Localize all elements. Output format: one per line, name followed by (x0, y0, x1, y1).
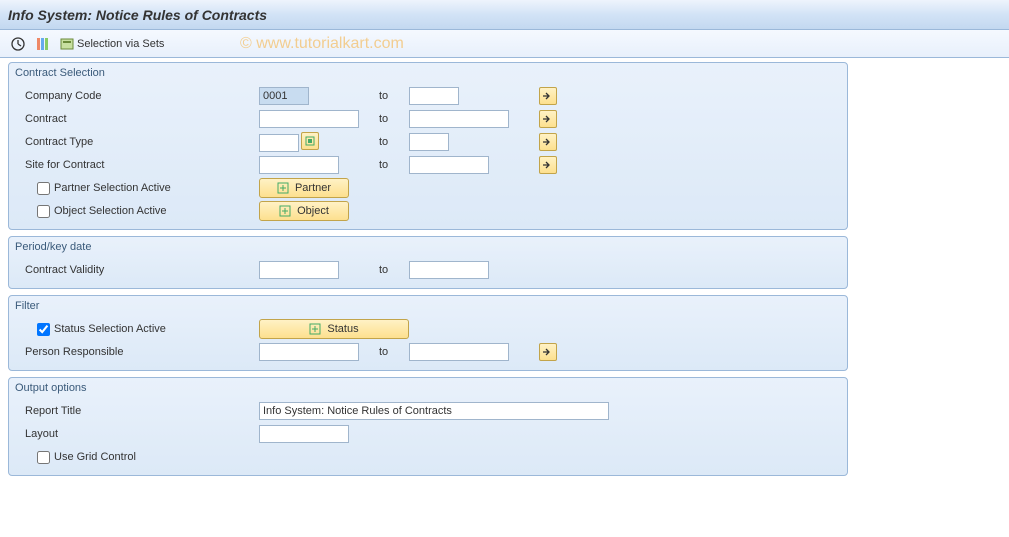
validity-from[interactable] (259, 261, 339, 279)
partner-button-label: Partner (295, 182, 331, 194)
execute-icon[interactable] (8, 34, 28, 54)
status-button[interactable]: Status (259, 319, 409, 339)
layout-input[interactable] (259, 425, 349, 443)
row-person-responsible: Person Responsible to (9, 341, 847, 363)
company-code-from[interactable] (259, 87, 309, 105)
toolbar: Selection via Sets (0, 30, 1009, 58)
partner-active-checkbox[interactable] (37, 182, 50, 195)
label-layout: Layout (9, 428, 259, 440)
contract-type-from[interactable] (259, 134, 299, 152)
label-contract: Contract (9, 113, 259, 125)
site-from[interactable] (259, 156, 339, 174)
label-status-active: Status Selection Active (9, 323, 259, 336)
row-report-title: Report Title (9, 400, 847, 422)
partner-active-text: Partner Selection Active (54, 182, 171, 194)
row-site: Site for Contract to (9, 154, 847, 176)
group-contract-selection: Contract Selection Company Code to Contr… (8, 62, 848, 230)
to-label: to (379, 159, 409, 171)
row-status-active: Status Selection Active Status (9, 318, 847, 340)
row-contract-validity: Contract Validity to (9, 259, 847, 281)
to-label: to (379, 113, 409, 125)
variants-icon[interactable] (32, 34, 52, 54)
object-active-checkbox[interactable] (37, 205, 50, 218)
label-use-grid: Use Grid Control (9, 451, 259, 464)
label-contract-type: Contract Type (9, 136, 259, 148)
person-multisel[interactable] (539, 343, 557, 361)
contract-to[interactable] (409, 110, 509, 128)
use-grid-text: Use Grid Control (54, 451, 136, 463)
status-button-label: Status (327, 323, 358, 335)
sets-icon (60, 37, 74, 51)
person-to[interactable] (409, 343, 509, 361)
group-period: Period/key date Contract Validity to (8, 236, 848, 289)
selection-via-sets-button[interactable]: Selection via Sets (56, 35, 168, 53)
to-label: to (379, 136, 409, 148)
row-contract-type: Contract Type to (9, 131, 847, 153)
contract-multisel[interactable] (539, 110, 557, 128)
label-person-responsible: Person Responsible (9, 346, 259, 358)
group-output: Output options Report Title Layout Use G… (8, 377, 848, 476)
group-filter: Filter Status Selection Active Status Pe… (8, 295, 848, 371)
contract-from[interactable] (259, 110, 359, 128)
row-layout: Layout (9, 423, 847, 445)
to-label: to (379, 264, 409, 276)
use-grid-checkbox[interactable] (37, 451, 50, 464)
to-label: to (379, 90, 409, 102)
contract-type-f4[interactable] (301, 132, 319, 150)
person-from[interactable] (259, 343, 359, 361)
group-title: Output options (9, 378, 847, 400)
label-contract-validity: Contract Validity (9, 264, 259, 276)
selection-via-sets-label: Selection via Sets (77, 38, 164, 50)
group-title: Filter (9, 296, 847, 318)
partner-button[interactable]: Partner (259, 178, 349, 198)
company-code-to[interactable] (409, 87, 459, 105)
expand-icon (279, 205, 291, 217)
expand-icon (309, 323, 321, 335)
row-object-active: Object Selection Active Object (9, 200, 847, 222)
group-title: Period/key date (9, 237, 847, 259)
status-active-checkbox[interactable] (37, 323, 50, 336)
site-to[interactable] (409, 156, 489, 174)
row-contract: Contract to (9, 108, 847, 130)
contract-type-to[interactable] (409, 133, 449, 151)
page-title-text: Info System: Notice Rules of Contracts (8, 7, 267, 23)
validity-to[interactable] (409, 261, 489, 279)
group-title: Contract Selection (9, 63, 847, 85)
label-partner-active: Partner Selection Active (9, 182, 259, 195)
label-report-title: Report Title (9, 405, 259, 417)
row-company-code: Company Code to (9, 85, 847, 107)
object-button-label: Object (297, 205, 329, 217)
to-label: to (379, 346, 409, 358)
label-site: Site for Contract (9, 159, 259, 171)
contract-type-multisel[interactable] (539, 133, 557, 151)
label-object-active: Object Selection Active (9, 205, 259, 218)
row-partner-active: Partner Selection Active Partner (9, 177, 847, 199)
content: Contract Selection Company Code to Contr… (0, 58, 1009, 490)
row-use-grid: Use Grid Control (9, 446, 847, 468)
label-company-code: Company Code (9, 90, 259, 102)
object-active-text: Object Selection Active (54, 205, 167, 217)
company-code-multisel[interactable] (539, 87, 557, 105)
site-multisel[interactable] (539, 156, 557, 174)
object-button[interactable]: Object (259, 201, 349, 221)
expand-icon (277, 182, 289, 194)
status-active-text: Status Selection Active (54, 323, 166, 335)
page-title: Info System: Notice Rules of Contracts (0, 0, 1009, 30)
report-title-input[interactable] (259, 402, 609, 420)
